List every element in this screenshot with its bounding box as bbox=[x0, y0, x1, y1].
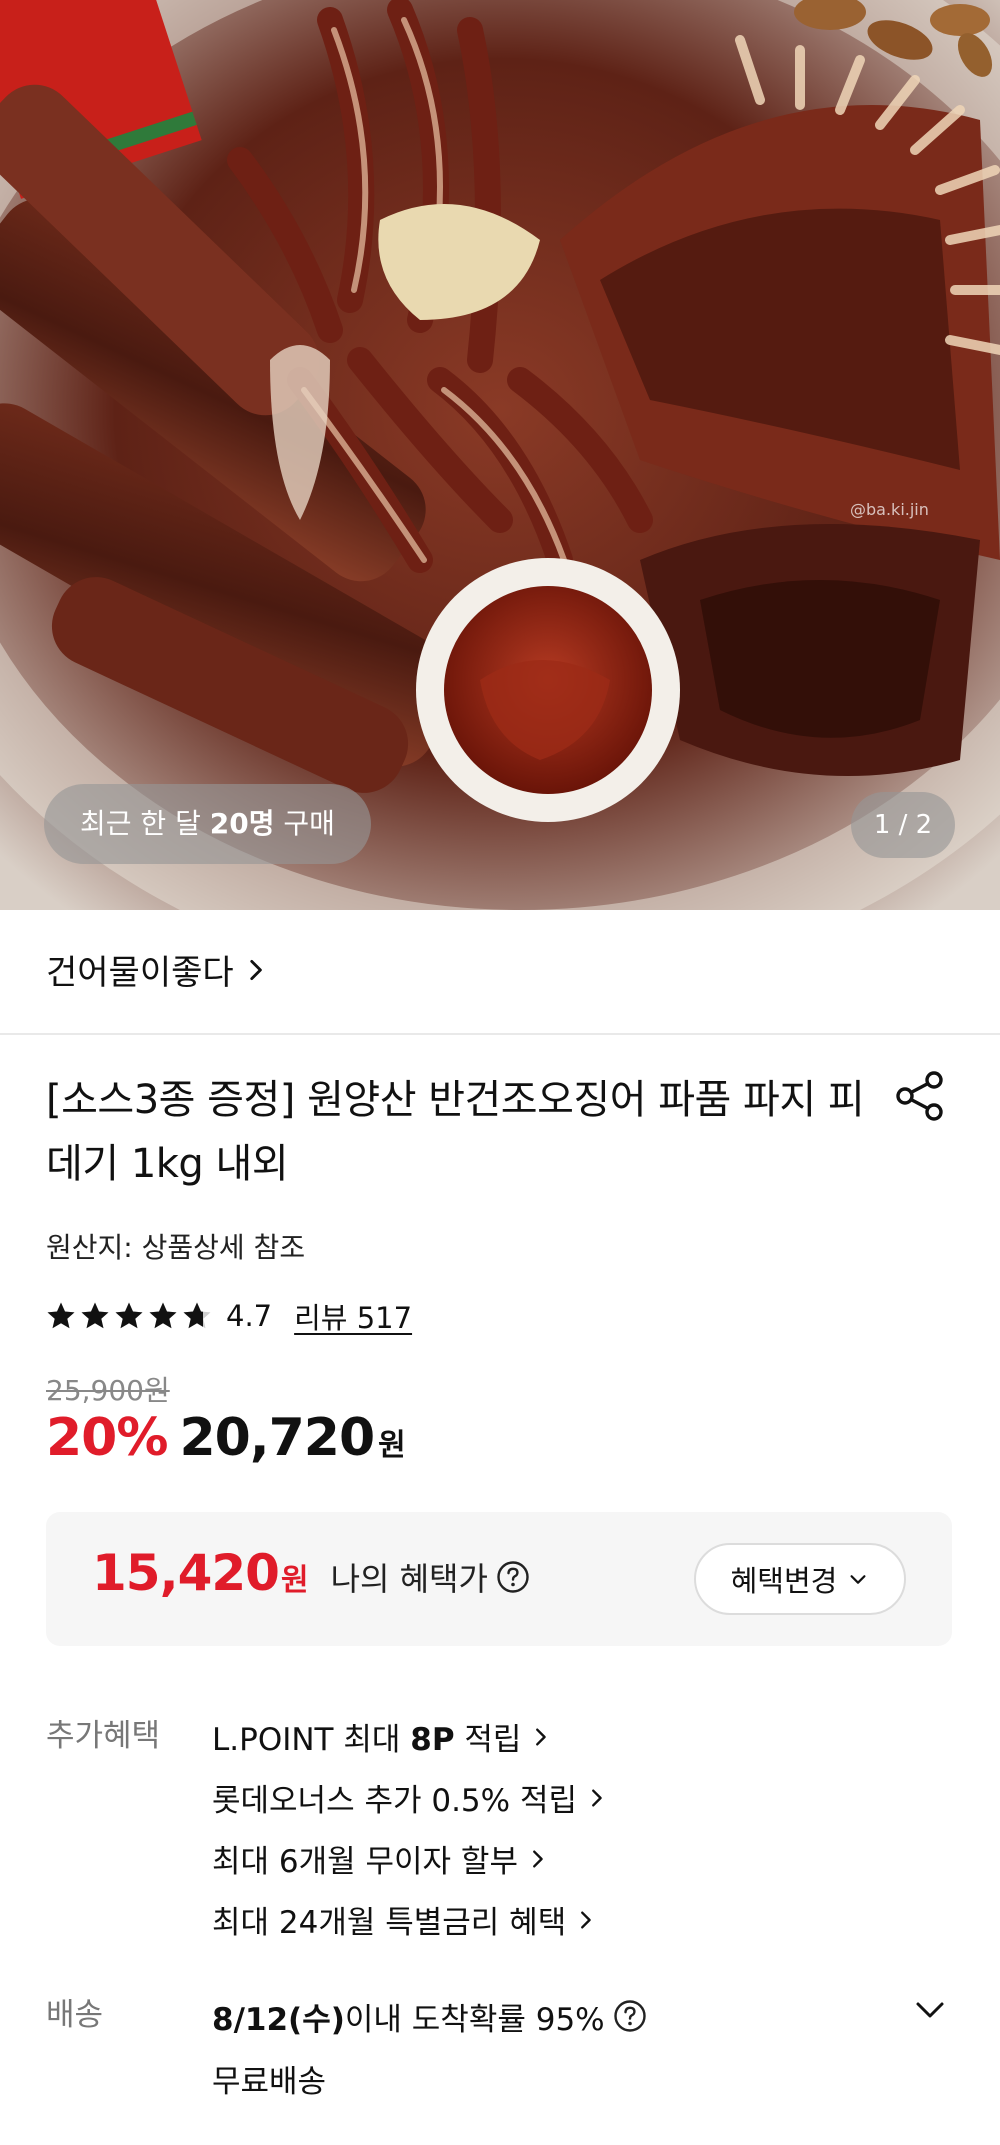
chevron-right-icon bbox=[250, 959, 262, 980]
svg-text:@ba.ki.jin: @ba.ki.jin bbox=[850, 500, 929, 519]
benefit-item-special-rate[interactable]: 최대 24개월 특별금리 혜택 bbox=[212, 1889, 607, 1950]
my-price-label: 나의 혜택가 bbox=[330, 1560, 488, 1598]
star-rating bbox=[46, 1301, 212, 1331]
product-photo: @ba.ki.jin bbox=[0, 0, 1000, 910]
image-page-counter: 1 / 2 bbox=[851, 792, 955, 858]
chevron-right-icon bbox=[536, 1727, 547, 1746]
my-price-unit: 원 bbox=[280, 1563, 309, 1598]
price-row: 20% 20,720 원 bbox=[46, 1408, 406, 1478]
additional-benefits-label: 추가혜택 bbox=[46, 1718, 161, 1754]
sale-price-unit: 원 bbox=[378, 1428, 406, 1463]
delivery-info: 8/12(수) 이내 도착확률 95% 무료배송 bbox=[212, 1985, 647, 2109]
benefit-item-bold: 8P bbox=[410, 1722, 455, 1758]
recent-purchase-suffix: 구매 bbox=[274, 807, 335, 840]
question-circle-icon[interactable] bbox=[613, 1999, 647, 2033]
review-count-link[interactable]: 리뷰 517 bbox=[294, 1295, 412, 1337]
seller-store-link[interactable]: 건어물이좋다 bbox=[46, 945, 268, 994]
recent-purchase-count: 20명 bbox=[209, 807, 275, 840]
divider bbox=[0, 1033, 1000, 1035]
star-icon bbox=[47, 1302, 75, 1329]
my-benefit-price-box: 15,420 원 나의 혜택가 혜택변경 bbox=[46, 1512, 952, 1646]
rating-row: 4.7 리뷰 517 bbox=[46, 1296, 412, 1336]
benefit-item-text: 롯데오너스 추가 0.5% 적립 bbox=[212, 1783, 577, 1819]
delivery-label: 배송 bbox=[46, 1997, 104, 2033]
delivery-fee: 무료배송 bbox=[212, 2063, 327, 2100]
recent-purchase-badge: 최근 한 달 20명 구매 bbox=[44, 784, 371, 864]
chevron-right-icon bbox=[581, 1910, 591, 1929]
star-icon bbox=[81, 1302, 109, 1329]
product-title: [소스3종 증정] 원양산 반건조오징어 파품 파지 피데기 1kg 내외 bbox=[46, 1077, 865, 1187]
benefit-item-suffix: 적립 bbox=[454, 1722, 522, 1758]
sale-price: 20,720 bbox=[179, 1408, 375, 1468]
chevron-down-icon bbox=[850, 1575, 866, 1584]
product-image-carousel[interactable]: @ba.ki.jin 최근 한 달 20명 구매 1 / 2 bbox=[0, 0, 1000, 910]
delivery-probability: 이내 도착확률 95% bbox=[344, 2001, 605, 2038]
change-benefit-button[interactable]: 혜택변경 bbox=[694, 1543, 906, 1615]
star-icon bbox=[183, 1302, 211, 1329]
star-icon bbox=[115, 1302, 143, 1329]
origin-info: 원산지: 상품상세 참조 bbox=[46, 1231, 306, 1264]
delivery-estimate: 8/12(수) 이내 도착확률 95% bbox=[212, 1985, 647, 2047]
question-circle-icon[interactable] bbox=[496, 1560, 530, 1594]
my-benefit-price: 15,420 원 나의 혜택가 bbox=[92, 1544, 530, 1602]
additional-benefits-list: L.POINT 최대 8P 적립 롯데오너스 추가 0.5% 적립 최대 6개월… bbox=[212, 1706, 607, 1950]
chevron-down-icon[interactable] bbox=[908, 1988, 952, 2032]
chevron-right-icon bbox=[533, 1849, 543, 1868]
star-icon bbox=[149, 1302, 177, 1329]
benefit-item-text: L.POINT 최대 bbox=[212, 1722, 411, 1758]
benefit-item-installment[interactable]: 최대 6개월 무이자 할부 bbox=[212, 1828, 607, 1889]
share-icon[interactable] bbox=[893, 1069, 947, 1123]
chevron-right-icon bbox=[592, 1788, 602, 1807]
recent-purchase-prefix: 최근 한 달 bbox=[80, 807, 210, 840]
discount-rate: 20% bbox=[46, 1408, 168, 1468]
benefit-item-text: 최대 24개월 특별금리 혜택 bbox=[212, 1905, 567, 1941]
delivery-date: 8/12(수) bbox=[212, 2001, 345, 2038]
my-price-value: 15,420 bbox=[92, 1544, 280, 1602]
benefit-item-lpoint[interactable]: L.POINT 최대 8P 적립 bbox=[212, 1706, 607, 1767]
original-price: 25,900원 bbox=[46, 1374, 170, 1407]
seller-name: 건어물이좋다 bbox=[46, 953, 234, 993]
benefit-item-text: 최대 6개월 무이자 할부 bbox=[212, 1844, 518, 1880]
rating-value: 4.7 bbox=[226, 1299, 273, 1333]
benefit-item-lotte-owners[interactable]: 롯데오너스 추가 0.5% 적립 bbox=[212, 1767, 607, 1828]
change-benefit-label: 혜택변경 bbox=[730, 1564, 838, 1598]
